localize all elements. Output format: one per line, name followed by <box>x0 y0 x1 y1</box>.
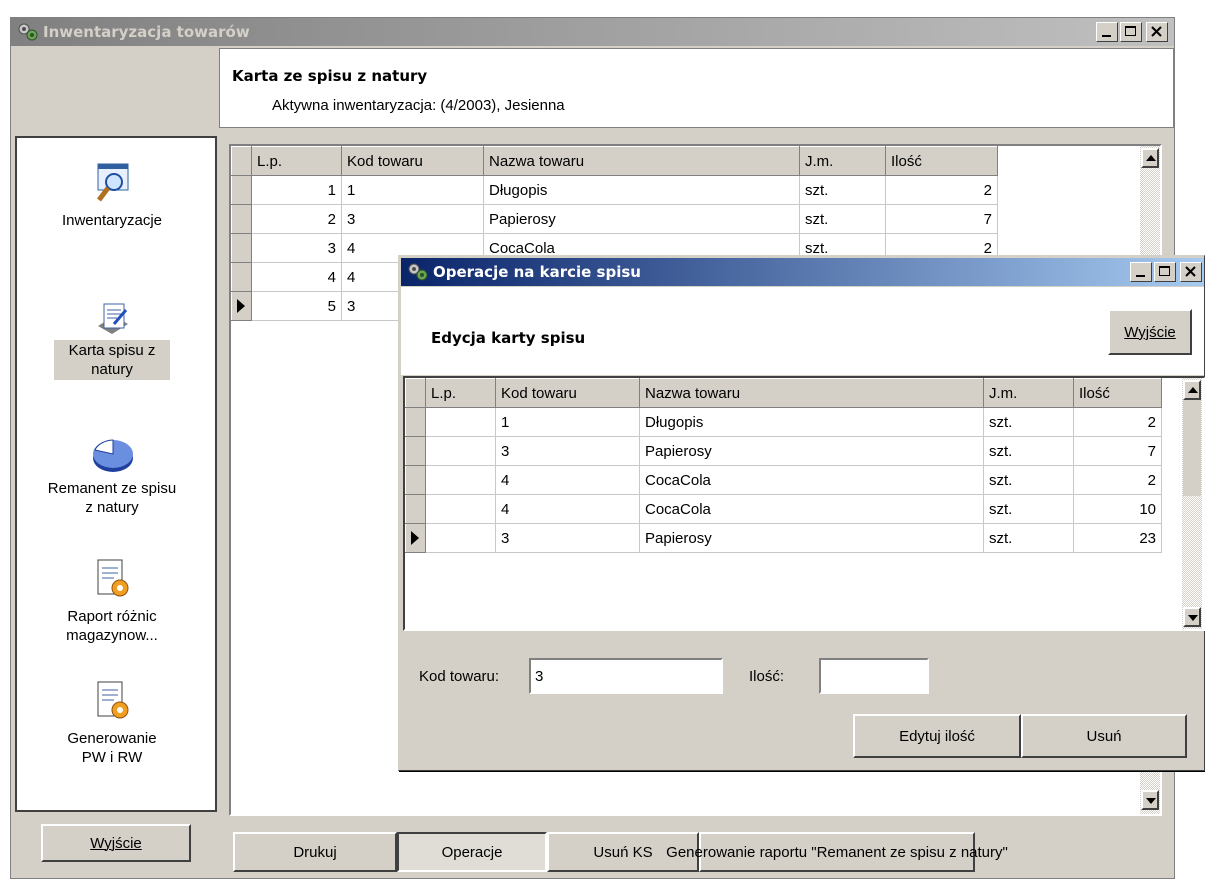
sidebar: Inwentaryzacje Karta spisu z natury Rema… <box>15 136 217 812</box>
column-header-ilosc[interactable]: Ilość <box>1073 378 1162 408</box>
sidebar-exit-button[interactable]: Wyjście <box>41 824 191 862</box>
table-row[interactable]: 1 1 Długopis szt. 2 <box>231 175 998 205</box>
dialog-grid-table: L.p. Kod towaru Nazwa towaru J.m. Ilość … <box>405 378 1162 553</box>
row-pointer-icon <box>411 531 419 545</box>
close-icon <box>1185 266 1196 277</box>
magnifier-window-icon <box>92 160 132 210</box>
sidebar-item-generowanie[interactable]: Generowanie PW i RW <box>17 678 207 768</box>
ilosc-label: Ilość: <box>749 668 785 685</box>
main-title-bar[interactable]: Inwentaryzacja towarów <box>11 18 1174 46</box>
table-row[interactable]: 2 3 Papierosy szt. 7 <box>231 204 998 234</box>
header-panel: Karta ze spisu z natury Aktywna inwentar… <box>219 48 1174 128</box>
dialog-heading: Edycja karty spisu <box>431 329 586 347</box>
row-pointer-icon <box>237 299 245 313</box>
generate-report-button[interactable]: Generowanie raportu "Remanent ze spisu z… <box>666 832 1008 872</box>
column-header-lp[interactable]: L.p. <box>425 378 496 408</box>
sidebar-item-inwentaryzacje[interactable]: Inwentaryzacje <box>17 160 207 231</box>
dialog-title: Operacje na karcie spisu <box>433 263 641 281</box>
column-header-jm[interactable]: J.m. <box>799 146 886 176</box>
active-inventory-label: Aktywna inwentaryzacja: (4/2003), Jesien… <box>272 97 565 114</box>
maximize-button[interactable] <box>1120 22 1142 42</box>
dialog-maximize-button[interactable] <box>1154 262 1176 282</box>
column-header-ilosc[interactable]: Ilość <box>885 146 998 176</box>
scroll-down-button[interactable] <box>1183 607 1201 627</box>
kod-towaru-label: Kod towaru: <box>419 668 500 685</box>
minimize-button[interactable] <box>1096 22 1118 42</box>
operations-dialog: Operacje na karcie spisu Edycja karty sp… <box>398 255 1205 771</box>
dialog-grid[interactable]: L.p. Kod towaru Nazwa towaru J.m. Ilość … <box>403 376 1205 631</box>
dialog-minimize-button[interactable] <box>1130 262 1152 282</box>
sidebar-item-label: Karta spisu z natury <box>54 340 170 380</box>
column-header-kod[interactable]: Kod towaru <box>341 146 484 176</box>
column-header-lp[interactable]: L.p. <box>251 146 342 176</box>
dialog-grid-scrollbar[interactable] <box>1182 378 1202 629</box>
app-gears-icon <box>17 22 39 42</box>
sidebar-item-label: Generowanie PW i RW <box>67 730 157 766</box>
column-header-nazwa[interactable]: Nazwa towaru <box>483 146 800 176</box>
dialog-exit-button[interactable]: Wyjście <box>1108 309 1192 355</box>
column-header-nazwa[interactable]: Nazwa towaru <box>639 378 984 408</box>
scroll-up-button[interactable] <box>1183 380 1201 400</box>
table-row[interactable]: 1 Długopis szt. 2 <box>405 407 1162 437</box>
close-icon <box>1151 26 1162 37</box>
sidebar-item-raport-roznic[interactable]: Raport różnic magazynow... <box>17 556 207 646</box>
scroll-thumb[interactable] <box>1183 400 1201 496</box>
edit-quantity-button[interactable]: Edytuj ilość <box>853 714 1021 758</box>
page-title: Karta ze spisu z natury <box>232 67 428 85</box>
scroll-down-button[interactable] <box>1141 790 1159 810</box>
operations-button[interactable]: Operacje <box>397 832 547 872</box>
main-window-title: Inwentaryzacja towarów <box>43 23 250 41</box>
sidebar-item-karta-spisu[interactable]: Karta spisu z natury <box>17 298 207 380</box>
table-row[interactable]: 4 CocaCola szt. 10 <box>405 494 1162 524</box>
dialog-close-button[interactable] <box>1180 262 1202 282</box>
dialog-header: Edycja karty spisu Wyjście <box>401 287 1204 375</box>
sidebar-item-remanent[interactable]: Remanent ze spisu z natury <box>17 430 207 518</box>
sidebar-item-label: Remanent ze spisu z natury <box>47 480 177 516</box>
document-edit-icon <box>92 298 132 340</box>
table-row[interactable]: 4 CocaCola szt. 2 <box>405 465 1162 495</box>
sidebar-item-label: Raport różnic magazynow... <box>66 608 158 644</box>
report-gear-icon <box>90 556 134 606</box>
column-header-kod[interactable]: Kod towaru <box>495 378 640 408</box>
table-row[interactable]: 3 Papierosy szt. 23 <box>405 523 1162 553</box>
sidebar-item-label: Inwentaryzacje <box>61 212 163 229</box>
dialog-gears-icon <box>407 262 429 282</box>
column-header-jm[interactable]: J.m. <box>983 378 1074 408</box>
close-button[interactable] <box>1146 22 1168 42</box>
kod-towaru-input[interactable] <box>529 658 723 694</box>
scroll-up-button[interactable] <box>1141 148 1159 168</box>
report-gear-icon <box>90 678 134 728</box>
ilosc-input[interactable] <box>819 658 929 694</box>
delete-button[interactable]: Usuń <box>1021 714 1187 758</box>
print-button[interactable]: Drukuj <box>233 832 397 872</box>
dialog-title-bar[interactable]: Operacje na karcie spisu <box>401 258 1204 286</box>
table-row[interactable]: 3 Papierosy szt. 7 <box>405 436 1162 466</box>
pie-chart-icon <box>87 430 137 478</box>
